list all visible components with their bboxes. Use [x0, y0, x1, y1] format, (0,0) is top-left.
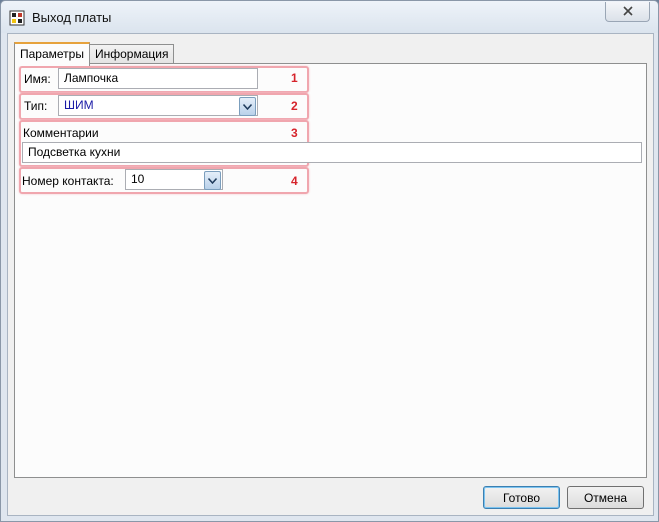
board-icon [9, 10, 25, 26]
ok-button[interactable]: Готово [483, 486, 560, 509]
type-label: Тип: [24, 99, 48, 113]
highlight-number-2: 2 [291, 99, 298, 113]
comment-field[interactable]: Подсветка кухни [22, 142, 642, 163]
type-select[interactable]: ШИМ [58, 95, 258, 116]
highlight-number-1: 1 [291, 71, 298, 85]
comment-label: Комментарии [23, 126, 99, 140]
chevron-down-icon[interactable] [204, 171, 221, 190]
tab-information[interactable]: Информация [89, 44, 175, 64]
name-field[interactable]: Лампочка [58, 68, 258, 89]
title-bar[interactable]: Выход платы [1, 1, 658, 33]
highlight-number-4: 4 [291, 174, 298, 188]
contact-label: Номер контакта: [22, 174, 114, 188]
close-button[interactable] [605, 2, 650, 22]
parameters-panel: 1 Имя: Лампочка 2 Тип: ШИМ 3 Комментарии… [14, 63, 647, 478]
contact-select[interactable]: 10 [125, 169, 223, 190]
cancel-button[interactable]: Отмена [567, 486, 644, 509]
dialog-client-area: Параметры Информация 1 Имя: Лампочка 2 Т… [7, 33, 654, 516]
dialog-window: Выход платы Параметры Информация 1 Имя: … [0, 0, 659, 522]
contact-select-value: 10 [131, 172, 145, 186]
chevron-down-icon[interactable] [239, 97, 256, 116]
type-select-value: ШИМ [64, 98, 94, 112]
tab-parameters[interactable]: Параметры [14, 42, 90, 66]
window-title: Выход платы [32, 10, 112, 25]
close-icon [622, 5, 633, 19]
name-label: Имя: [24, 72, 51, 86]
highlight-number-3: 3 [291, 126, 298, 140]
